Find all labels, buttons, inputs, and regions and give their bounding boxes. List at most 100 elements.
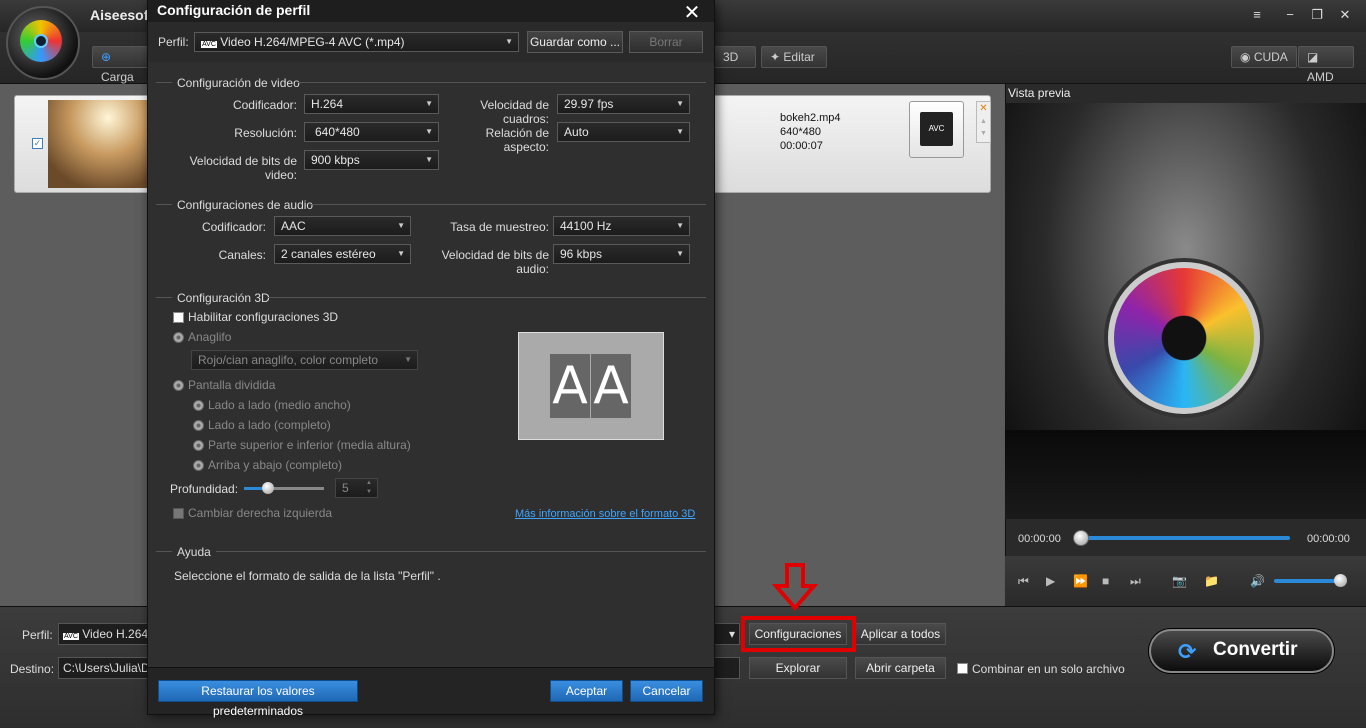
chevron-down-icon: ▼ <box>676 249 684 258</box>
profile-select[interactable]: AVC Video H.264/ <box>58 623 150 645</box>
stop-icon[interactable]: ■ <box>1102 574 1109 588</box>
video-encoder-select[interactable]: H.264 ▼ <box>304 94 439 114</box>
channels-select[interactable]: 2 canales estéreo ▼ <box>274 244 411 264</box>
split-screen-radio[interactable] <box>173 380 184 391</box>
amd-icon: ◪ <box>1307 50 1319 64</box>
audio-bitrate-value: 96 kbps <box>560 247 603 261</box>
cancel-button[interactable]: Cancelar <box>630 680 703 702</box>
move-up-icon[interactable]: ▲ <box>977 116 990 128</box>
destination-input-tail[interactable] <box>714 657 740 679</box>
chevron-down-icon: ▼ <box>425 127 433 136</box>
highlight-box <box>741 616 856 652</box>
swap-label: Cambiar derecha izquierda <box>188 506 333 520</box>
side-half-label: Lado a lado (medio ancho) <box>208 398 351 412</box>
help-section-title: Ayuda <box>177 545 211 559</box>
seek-bar[interactable] <box>1084 536 1290 540</box>
add-file-button[interactable]: ⊕ Carga <box>92 46 152 84</box>
enable-3d-checkbox[interactable] <box>173 312 184 323</box>
play-icon[interactable]: ▶ <box>1046 574 1055 588</box>
top-full-radio[interactable] <box>193 460 204 471</box>
save-as-button[interactable]: Guardar como ... <box>527 31 623 53</box>
video-encoder-value: H.264 <box>311 97 344 111</box>
preview-label: Vista previa <box>1008 86 1071 100</box>
restore-defaults-button[interactable]: Restaurar los valores predeterminados <box>158 680 358 718</box>
volume-icon[interactable]: 🔊 <box>1250 574 1265 588</box>
edit-label: Editar <box>783 50 815 64</box>
3d-section-line-left <box>156 297 172 298</box>
skip-forward-icon[interactable]: ⏭ <box>1130 574 1141 589</box>
aspect-label: Relación de aspecto: <box>485 126 549 154</box>
restore-button[interactable]: ❐ <box>1306 6 1328 24</box>
ok-button[interactable]: Aceptar <box>550 680 623 702</box>
nvidia-icon: ◉ <box>1240 50 1254 64</box>
3d-label: 3D <box>723 50 739 64</box>
video-bitrate-select[interactable]: 900 kbps ▼ <box>304 150 439 170</box>
help-section-line-left <box>156 551 172 552</box>
depth-slider-knob[interactable] <box>262 482 274 494</box>
3d-info-link[interactable]: Más información sobre el formato 3D <box>515 508 695 520</box>
remove-file-icon[interactable]: ✕ <box>977 102 990 116</box>
file-checkbox[interactable]: ✓ <box>32 138 43 149</box>
edit-button[interactable]: ✦ Editar <box>761 46 827 68</box>
delete-button[interactable]: Borrar <box>629 31 703 53</box>
app-title: Aiseesof <box>90 7 149 23</box>
audio-encoder-value: AAC <box>281 219 306 233</box>
open-folder-button[interactable]: Abrir carpeta <box>855 657 946 679</box>
depth-spinbox[interactable]: 5 ▲ ▼ <box>335 478 378 498</box>
seek-knob[interactable] <box>1073 530 1089 546</box>
framerate-label: Velocidad de cuadros: <box>480 98 549 126</box>
audio-encoder-select[interactable]: AAC ▼ <box>274 216 411 236</box>
destination-input[interactable]: C:\Users\Julia\Do <box>58 657 150 679</box>
dialog-title: Configuración de perfil <box>157 2 311 18</box>
volume-slider[interactable] <box>1274 579 1340 583</box>
spinner-icon: ▲ ▼ <box>366 480 372 495</box>
dialog-profile-value: Video H.264/MPEG-4 AVC (*.mp4) <box>220 35 405 49</box>
amd-button[interactable]: ◪ AMD <box>1298 46 1354 84</box>
folder-icon[interactable]: 📁 <box>1204 574 1219 588</box>
anaglyph-radio[interactable] <box>173 332 184 343</box>
dialog-profile-select[interactable]: AVC Video H.264/MPEG-4 AVC (*.mp4) ▼ <box>194 32 519 52</box>
aspect-select[interactable]: Auto ▼ <box>557 122 690 142</box>
menu-icon[interactable]: ≡ <box>1246 6 1268 24</box>
snapshot-icon[interactable]: 📷 <box>1172 574 1187 588</box>
file-info: bokeh2.mp4 640*480 00:00:07 <box>780 111 841 153</box>
audio-encoder-label: Codificador: <box>201 220 266 234</box>
video-section-title: Configuración de video <box>177 76 300 90</box>
top-half-label: Parte superior e inferior (media altura) <box>208 438 411 452</box>
swap-checkbox[interactable] <box>173 508 184 519</box>
enable-3d-label: Habilitar configuraciones 3D <box>188 310 339 324</box>
move-down-icon[interactable]: ▼ <box>977 128 990 140</box>
time-total: 00:00:00 <box>1307 533 1350 545</box>
3d-button[interactable]: 3D <box>714 46 756 68</box>
avc-profile-icon: AVC <box>201 41 217 48</box>
anaglyph-select[interactable]: Rojo/cian anaglifo, color completo ▼ <box>191 350 418 370</box>
samplerate-select[interactable]: 44100 Hz ▼ <box>553 216 690 236</box>
split-screen-label: Pantalla dividida <box>188 378 276 392</box>
close-window-button[interactable]: ✕ <box>1334 6 1356 24</box>
top-half-radio[interactable] <box>193 440 204 451</box>
chevron-down-icon: ▼ <box>425 99 433 108</box>
resolution-label: Resolución: <box>234 126 297 140</box>
volume-knob[interactable] <box>1334 574 1347 587</box>
browse-button[interactable]: Explorar <box>749 657 847 679</box>
audio-section-line-left <box>156 204 172 205</box>
apply-all-button[interactable]: Aplicar a todos <box>855 623 946 645</box>
audio-bitrate-select[interactable]: 96 kbps ▼ <box>553 244 690 264</box>
side-half-radio[interactable] <box>193 400 204 411</box>
fast-forward-icon[interactable]: ⏩ <box>1073 574 1088 588</box>
help-section-line <box>216 551 706 552</box>
resolution-select[interactable]: 640*480 ▼ <box>304 122 439 142</box>
skip-back-icon[interactable]: ⏮ <box>1018 574 1029 589</box>
chevron-down-icon: ▼ <box>397 249 405 258</box>
anaglyph-value: Rojo/cian anaglifo, color completo <box>198 353 379 367</box>
video-bitrate-label: Velocidad de bits de video: <box>189 154 297 182</box>
add-file-icon: ⊕ <box>101 50 112 64</box>
resolution-value: 640*480 <box>315 125 360 139</box>
profile-dropdown-caret[interactable]: ▾ <box>714 623 740 645</box>
video-section-line-left <box>156 82 172 83</box>
cuda-button[interactable]: ◉ CUDA <box>1231 46 1297 68</box>
side-full-radio[interactable] <box>193 420 204 431</box>
minimize-button[interactable]: − <box>1279 6 1301 24</box>
framerate-select[interactable]: 29.97 fps ▼ <box>557 94 690 114</box>
merge-checkbox[interactable] <box>957 663 968 674</box>
